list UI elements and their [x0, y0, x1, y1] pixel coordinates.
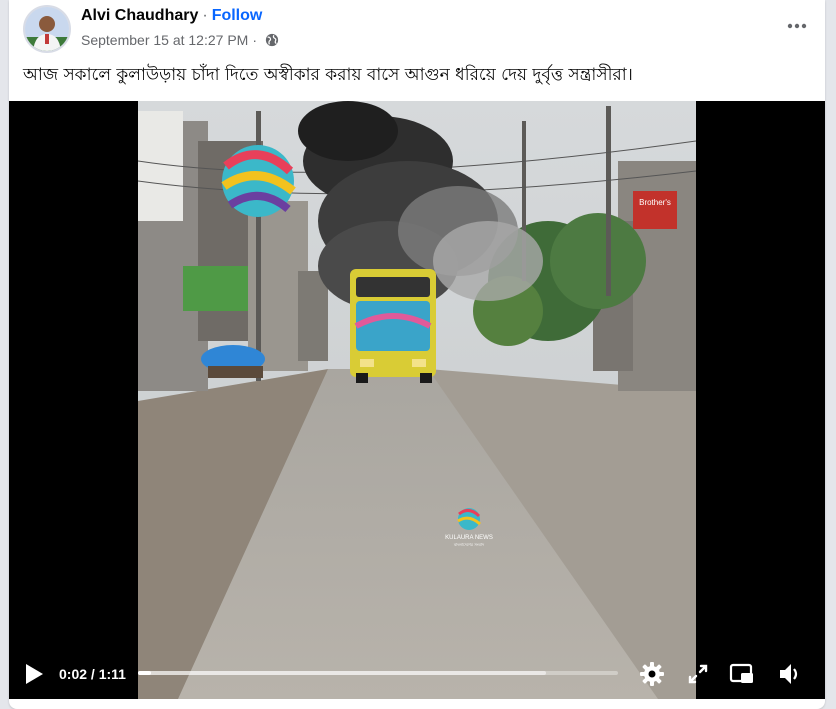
video-frame[interactable]: Brother's KULAURA NEWS বাংলাদেশের সংবাদ [138, 101, 696, 699]
video-player[interactable]: Brother's KULAURA NEWS বাংলাদেশের সংবাদ … [9, 101, 825, 699]
more-options-icon[interactable] [783, 12, 811, 40]
time-display: 0:02 / 1:11 [59, 666, 126, 682]
separator-dot: · [202, 7, 208, 24]
video-controls: 0:02 / 1:11 [9, 649, 825, 699]
post-text: আজ সকালে কুলাউড়ায় চাঁদা দিতে অস্বীকার … [23, 65, 633, 85]
post-meta: September 15 at 12:27 PM · [81, 32, 279, 48]
progress-bar[interactable] [138, 671, 618, 675]
progress-fill [138, 671, 152, 675]
post-timestamp[interactable]: September 15 at 12:27 PM [81, 32, 248, 48]
globe-icon[interactable] [265, 33, 279, 47]
picture-in-picture-icon[interactable] [729, 661, 755, 687]
fullscreen-icon[interactable] [685, 661, 711, 687]
time-separator: / [87, 666, 99, 682]
settings-gear-icon[interactable] [639, 661, 665, 687]
watermark-name: KULAURA NEWS [445, 535, 493, 541]
play-icon[interactable] [23, 662, 45, 686]
follow-button[interactable]: Follow [212, 7, 263, 24]
video-scene: Brother's KULAURA NEWS বাংলাদেশের সংবাদ [138, 101, 696, 699]
post-header: Alvi Chaudhary · Follow September 15 at 12… [9, 0, 825, 56]
author-line: Alvi Chaudhary · Follow [81, 7, 262, 25]
meta-separator: · [252, 32, 257, 48]
volume-icon[interactable] [777, 661, 803, 687]
current-time: 0:02 [59, 666, 88, 682]
progress-buffer [138, 671, 546, 675]
author-name[interactable]: Alvi Chaudhary [81, 7, 198, 24]
avatar-image [25, 7, 69, 51]
post-card: Alvi Chaudhary · Follow September 15 at 12… [9, 0, 825, 709]
shop-sign-text: Brother's [639, 198, 671, 207]
avatar[interactable] [23, 5, 71, 53]
duration: 1:11 [98, 666, 126, 682]
watermark-tagline: বাংলাদেশের সংবাদ [453, 542, 485, 547]
